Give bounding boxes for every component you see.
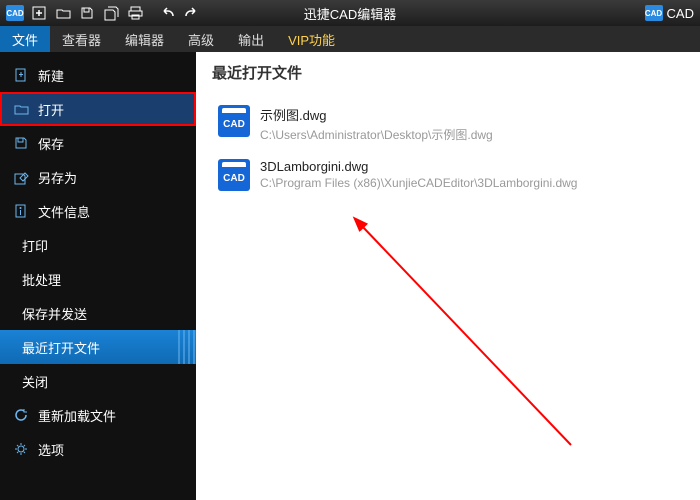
- sidebar-file-info[interactable]: 文件信息: [0, 194, 196, 228]
- sidebar-reload[interactable]: 重新加载文件: [0, 398, 196, 432]
- open-icon: [12, 100, 30, 118]
- gear-icon: [12, 440, 30, 458]
- recent-files-title: 最近打开文件: [212, 62, 684, 83]
- tab-vip[interactable]: VIP功能: [276, 26, 347, 52]
- redo-icon[interactable]: [180, 2, 202, 24]
- recent-file-item[interactable]: CAD 3DLamborgini.dwg C:\Program Files (x86…: [212, 151, 684, 199]
- brand-right: CAD CAD: [645, 0, 700, 26]
- print-icon[interactable]: [124, 2, 146, 24]
- app-title: 迅捷CAD编辑器: [304, 4, 396, 23]
- sidebar-save-as[interactable]: 另存为: [0, 160, 196, 194]
- sidebar-item-label: 打印: [22, 236, 48, 255]
- sidebar-options[interactable]: 选项: [0, 432, 196, 466]
- sidebar-open[interactable]: 打开: [0, 92, 196, 126]
- sidebar-item-label: 保存并发送: [22, 304, 87, 323]
- file-name: 示例图.dwg: [260, 105, 493, 124]
- save-all-icon[interactable]: [100, 2, 122, 24]
- save-icon[interactable]: [76, 2, 98, 24]
- new-file-icon[interactable]: [28, 2, 50, 24]
- sidebar-item-label: 最近打开文件: [22, 338, 100, 357]
- cad-file-icon: CAD: [218, 105, 250, 137]
- sidebar-recent[interactable]: 最近打开文件: [0, 330, 196, 364]
- new-icon: [12, 66, 30, 84]
- sidebar-item-label: 另存为: [38, 168, 77, 187]
- sidebar-save-send[interactable]: 保存并发送: [0, 296, 196, 330]
- sidebar-item-label: 批处理: [22, 270, 61, 289]
- cad-mark: CAD: [6, 5, 24, 21]
- tab-editor[interactable]: 编辑器: [113, 26, 176, 52]
- file-path: C:\Users\Administrator\Desktop\示例图.dwg: [260, 126, 493, 143]
- tab-output[interactable]: 输出: [226, 26, 276, 52]
- info-icon: [12, 202, 30, 220]
- sidebar-print[interactable]: 打印: [0, 228, 196, 262]
- app-logo-icon[interactable]: CAD: [4, 2, 26, 24]
- sidebar-item-label: 打开: [38, 100, 64, 119]
- reload-icon: [12, 406, 30, 424]
- tab-file[interactable]: 文件: [0, 26, 50, 52]
- sidebar-item-label: 文件信息: [38, 202, 90, 221]
- brand-text: CAD: [667, 6, 694, 21]
- sidebar-item-label: 重新加载文件: [38, 406, 116, 425]
- title-toolbar: CAD 迅捷CAD编辑器 CAD CAD: [0, 0, 700, 26]
- recent-files-panel: 最近打开文件 CAD 示例图.dwg C:\Users\Administrator\…: [196, 52, 700, 500]
- file-path: C:\Program Files (x86)\XunjieCADEditor\3…: [260, 176, 577, 190]
- file-menu-sidebar: 新建打开保存另存为文件信息打印批处理保存并发送最近打开文件关闭重新加载文件选项: [0, 52, 196, 500]
- sidebar-item-label: 选项: [38, 440, 64, 459]
- cad-brand-icon: CAD: [645, 5, 663, 21]
- tab-viewer[interactable]: 查看器: [50, 26, 113, 52]
- open-folder-icon[interactable]: [52, 2, 74, 24]
- undo-icon[interactable]: [156, 2, 178, 24]
- sidebar-item-label: 关闭: [22, 372, 48, 391]
- sidebar-batch[interactable]: 批处理: [0, 262, 196, 296]
- tab-advanced[interactable]: 高级: [176, 26, 226, 52]
- recent-file-item[interactable]: CAD 示例图.dwg C:\Users\Administrator\Desktop…: [212, 97, 684, 151]
- sidebar-new[interactable]: 新建: [0, 58, 196, 92]
- file-name: 3DLamborgini.dwg: [260, 159, 577, 174]
- save-icon: [12, 134, 30, 152]
- annotation-arrow: [351, 215, 581, 455]
- sidebar-item-label: 保存: [38, 134, 64, 153]
- sidebar-close[interactable]: 关闭: [0, 364, 196, 398]
- save-as-icon: [12, 168, 30, 186]
- sidebar-item-label: 新建: [38, 66, 64, 85]
- menubar: 文件查看器编辑器高级输出VIP功能: [0, 26, 700, 52]
- cad-file-icon: CAD: [218, 159, 250, 191]
- sidebar-save[interactable]: 保存: [0, 126, 196, 160]
